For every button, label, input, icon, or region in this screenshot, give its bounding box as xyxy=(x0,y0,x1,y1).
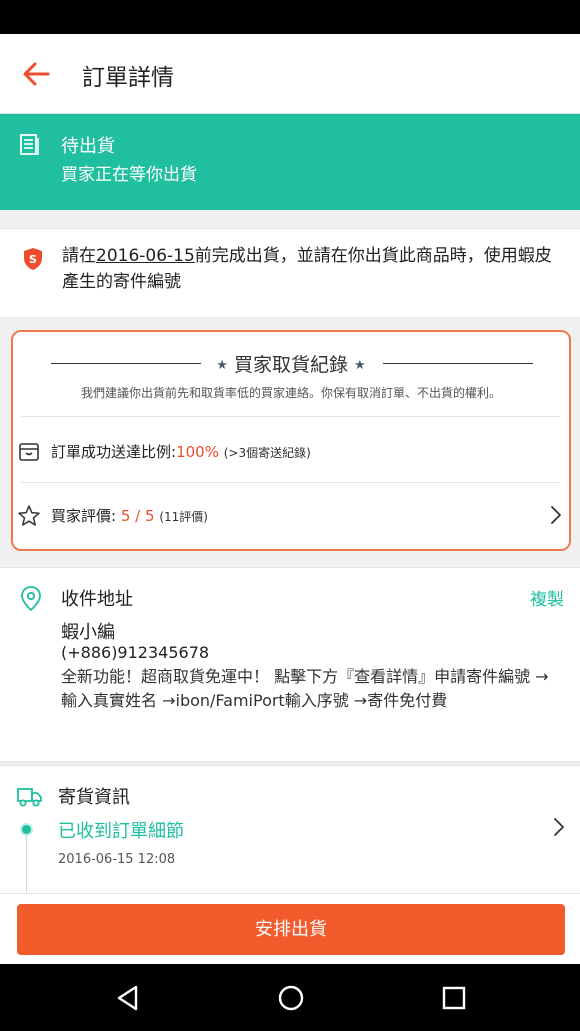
recipient-phone: (+886)912345678 xyxy=(61,643,210,662)
order-status-banner: 待出貨 買家正在等你出貨 xyxy=(0,114,580,210)
buyer-record-subtitle: 我們建議你出貨前先和取貨率低的買家連絡。你保有取消訂單、不出貨的權利。 xyxy=(80,386,501,400)
star-outline-icon xyxy=(17,504,41,528)
divider xyxy=(21,416,561,417)
star-left-icon: ★ xyxy=(216,358,228,373)
buyer-record-card: ★ 買家取貨紀錄 ★ 我們建議你出貨前先和取貨率低的買家連絡。你保有取消訂單、不… xyxy=(11,330,571,551)
back-arrow-icon[interactable] xyxy=(18,56,54,92)
svg-text:S: S xyxy=(29,253,37,266)
address-title: 收件地址 xyxy=(61,589,133,610)
copy-address-button[interactable]: 複製 xyxy=(530,585,564,610)
shipping-address-card: 收件地址 複製 蝦小編 (+886)912345678 全新功能！超商取貨免運中… xyxy=(0,567,580,762)
recipient-name: 蝦小編 xyxy=(61,622,115,643)
star-right-icon: ★ xyxy=(354,358,366,373)
shipping-status: 已收到訂單細節 xyxy=(58,821,184,842)
divider xyxy=(21,482,561,483)
shipping-info-title: 寄貨資訊 xyxy=(58,787,130,808)
system-nav-bar xyxy=(0,964,580,1031)
nav-recents-icon[interactable] xyxy=(440,984,468,1012)
success-rate-row: 訂單成功送達比例:100% (>3個寄送紀錄) xyxy=(17,436,565,466)
success-rate-text: 訂單成功送達比例:100% (>3個寄送紀錄) xyxy=(51,441,311,462)
box-icon xyxy=(17,440,41,464)
page-title: 訂單詳情 xyxy=(82,65,174,91)
address-note: 全新功能！超商取貨免運中！ 點擊下方『查看詳情』申請寄件編號 →輸入真實姓名 →… xyxy=(61,667,549,710)
title-rule-right xyxy=(383,363,533,364)
shopee-shield-icon: S xyxy=(22,247,44,271)
success-rate-label: 訂單成功送達比例: xyxy=(51,443,177,461)
notice-deadline-date: 2016-06-15 xyxy=(96,246,195,266)
nav-back-icon[interactable] xyxy=(114,984,142,1012)
buyer-record-header: ★ 買家取貨紀錄 ★ xyxy=(13,350,569,376)
location-pin-icon xyxy=(20,586,42,612)
buyer-rating-value: 5 / 5 xyxy=(120,507,155,525)
shipping-timestamp: 2016-06-15 12:08 xyxy=(58,852,176,867)
nav-home-icon[interactable] xyxy=(277,984,305,1012)
order-status-title: 待出貨 xyxy=(61,136,115,157)
bottom-action-area: 安排出貨 xyxy=(0,893,580,964)
timeline-dot xyxy=(20,823,33,836)
arrange-shipment-button[interactable]: 安排出貨 xyxy=(17,904,565,955)
buyer-rating-row[interactable]: 買家評價: 5 / 5 (11評價) xyxy=(17,500,565,530)
chevron-right-icon xyxy=(549,504,563,526)
app-bar: 訂單詳情 xyxy=(0,34,580,114)
buyer-rating-label: 買家評價: xyxy=(51,507,117,525)
document-icon xyxy=(20,134,40,156)
buyer-rating-text: 買家評價: 5 / 5 (11評價) xyxy=(51,505,208,526)
chevron-right-icon xyxy=(552,816,566,838)
shipping-info-card[interactable]: 寄貨資訊 已收到訂單細節 2016-06-15 12:08 xyxy=(0,765,580,894)
order-status-subtitle: 買家正在等你出貨 xyxy=(61,165,197,185)
buyer-rating-note: (11評價) xyxy=(159,510,208,524)
notice-text: 請在2016-06-15前完成出貨，並請在你出貨此商品時，使用蝦皮產生的寄件編號 xyxy=(62,243,558,295)
success-rate-note: (>3個寄送紀錄) xyxy=(223,446,311,460)
truck-icon xyxy=(17,786,43,808)
notice-text-before: 請在 xyxy=(62,246,96,266)
shipping-deadline-notice: S 請在2016-06-15前完成出貨，並請在你出貨此商品時，使用蝦皮產生的寄件… xyxy=(0,228,580,318)
buyer-record-title: 買家取貨紀錄 xyxy=(233,354,348,376)
timeline-line xyxy=(26,826,27,894)
status-bar xyxy=(0,0,580,34)
success-rate-value: 100% xyxy=(176,443,219,461)
